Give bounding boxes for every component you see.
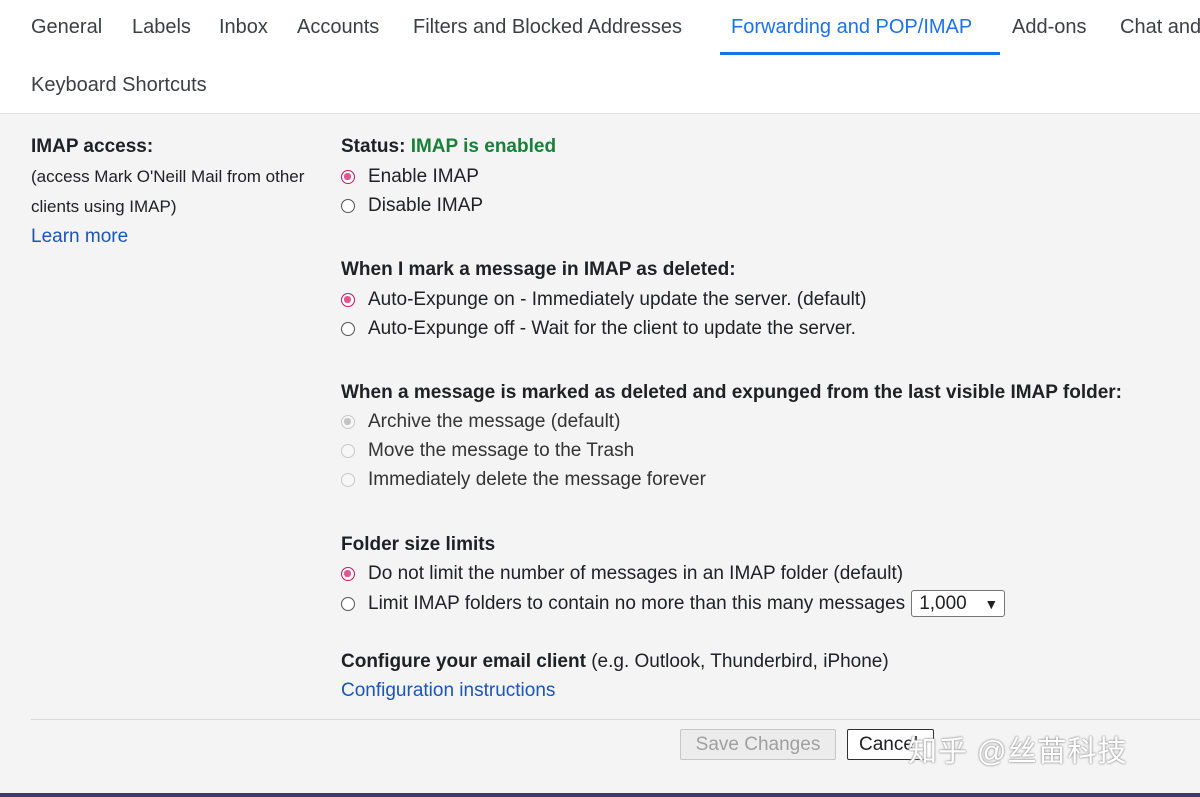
footer-divider bbox=[31, 719, 1200, 720]
tab-forwarding-pop-imap[interactable]: Forwarding and POP/IMAP bbox=[731, 15, 972, 39]
delete-forever-radio bbox=[341, 473, 355, 487]
imap-access-title: IMAP access: bbox=[31, 136, 154, 157]
status-label: Status: bbox=[341, 136, 406, 157]
chevron-down-icon: ▼ bbox=[984, 595, 999, 612]
limit-folders-radio[interactable] bbox=[341, 596, 355, 611]
disable-imap-radio[interactable] bbox=[341, 199, 355, 213]
archive-message-radio bbox=[341, 415, 355, 429]
tab-add-ons[interactable]: Add-ons bbox=[1012, 15, 1087, 39]
folder-size-heading: Folder size limits bbox=[341, 534, 496, 555]
save-changes-button[interactable]: Save Changes bbox=[680, 729, 836, 760]
bottom-edge-bar bbox=[0, 793, 1200, 797]
limit-folders-label: Limit IMAP folders to contain no more th… bbox=[368, 592, 906, 614]
auto-expunge-on-radio[interactable] bbox=[341, 293, 355, 307]
settings-tab-bar: General Labels Inbox Accounts Filters an… bbox=[0, 0, 1200, 114]
auto-expunge-off-option[interactable]: Auto-Expunge off - Wait for the client t… bbox=[341, 317, 856, 341]
active-tab-indicator bbox=[720, 52, 1000, 55]
disable-imap-option[interactable]: Disable IMAP bbox=[341, 194, 483, 218]
no-limit-radio[interactable] bbox=[341, 567, 355, 581]
tab-inbox[interactable]: Inbox bbox=[219, 15, 268, 39]
archive-message-label: Archive the message (default) bbox=[368, 411, 621, 432]
archive-message-option: Archive the message (default) bbox=[341, 410, 620, 434]
auto-expunge-on-label: Auto-Expunge on - Immediately update the… bbox=[368, 289, 867, 310]
configure-client: Configure your email client (e.g. Outloo… bbox=[341, 650, 889, 674]
deleted-heading: When I mark a message in IMAP as deleted… bbox=[341, 259, 736, 280]
auto-expunge-off-radio[interactable] bbox=[341, 322, 355, 336]
limit-folders-option[interactable]: Limit IMAP folders to contain no more th… bbox=[341, 590, 1006, 617]
imap-access-description: (access Mark O'Neill Mail from other cli… bbox=[31, 167, 305, 216]
tab-chat[interactable]: Chat and bbox=[1120, 15, 1200, 39]
imap-status: Status: IMAP is enabled bbox=[341, 135, 556, 159]
tab-general[interactable]: General bbox=[31, 15, 102, 39]
tab-accounts[interactable]: Accounts bbox=[297, 15, 379, 39]
tab-keyboard-shortcuts[interactable]: Keyboard Shortcuts bbox=[31, 73, 207, 97]
expunged-heading: When a message is marked as deleted and … bbox=[341, 382, 1122, 403]
auto-expunge-on-option[interactable]: Auto-Expunge on - Immediately update the… bbox=[341, 288, 867, 312]
auto-expunge-off-label: Auto-Expunge off - Wait for the client t… bbox=[368, 318, 856, 339]
delete-forever-label: Immediately delete the message forever bbox=[368, 469, 706, 490]
status-value: IMAP is enabled bbox=[410, 136, 557, 157]
enable-imap-label: Enable IMAP bbox=[368, 166, 479, 187]
no-limit-label: Do not limit the number of messages in a… bbox=[368, 563, 904, 584]
delete-forever-option: Immediately delete the message forever bbox=[341, 468, 706, 492]
configuration-instructions-link[interactable]: Configuration instructions bbox=[341, 679, 555, 703]
learn-more-link[interactable]: Learn more bbox=[31, 224, 331, 250]
tab-filters[interactable]: Filters and Blocked Addresses bbox=[413, 15, 682, 39]
watermark-text: 知乎 @丝苗科技 bbox=[908, 736, 1128, 768]
tab-labels[interactable]: Labels bbox=[132, 15, 191, 39]
message-limit-select[interactable]: 1,000 ▼ bbox=[911, 590, 1006, 617]
disable-imap-label: Disable IMAP bbox=[368, 195, 484, 216]
imap-access-label-column: IMAP access: (access Mark O'Neill Mail f… bbox=[31, 134, 331, 250]
enable-imap-option[interactable]: Enable IMAP bbox=[341, 165, 479, 189]
move-to-trash-option: Move the message to the Trash bbox=[341, 439, 634, 463]
message-limit-value: 1,000 bbox=[919, 592, 967, 614]
move-to-trash-radio bbox=[341, 444, 355, 458]
no-limit-option[interactable]: Do not limit the number of messages in a… bbox=[341, 562, 903, 586]
configure-heading: Configure your email client bbox=[341, 651, 586, 672]
configure-note: (e.g. Outlook, Thunderbird, iPhone) bbox=[591, 651, 889, 672]
move-to-trash-label: Move the message to the Trash bbox=[368, 440, 635, 461]
enable-imap-radio[interactable] bbox=[341, 170, 355, 184]
